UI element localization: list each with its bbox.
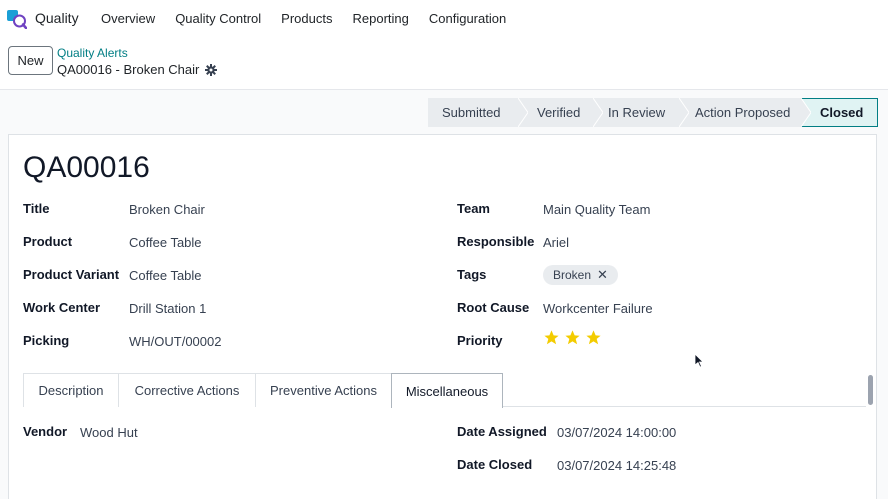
date-assigned-label: Date Assigned [457, 424, 547, 439]
work-center-field[interactable]: Drill Station 1 [129, 301, 206, 316]
date-closed-field[interactable]: 03/07/2024 14:25:48 [557, 458, 676, 473]
tab-label: Preventive Actions [270, 383, 377, 398]
date-closed-label: Date Closed [457, 457, 533, 472]
product-field[interactable]: Coffee Table [129, 235, 202, 250]
tab-label: Miscellaneous [405, 383, 489, 399]
menu-item-overview[interactable]: Overview [101, 11, 155, 26]
priority-widget [543, 329, 602, 346]
quality-app-icon[interactable] [7, 9, 27, 29]
stage-label: Verified [537, 105, 581, 120]
picking-label: Picking [23, 333, 70, 348]
mouse-cursor-icon [695, 354, 704, 368]
menu-item-reporting[interactable]: Reporting [352, 11, 408, 26]
tab-miscellaneous[interactable]: Miscellaneous [391, 373, 503, 408]
stage-verified[interactable]: Verified [518, 98, 603, 127]
form-sheet [8, 134, 877, 499]
tab-label: Description [38, 383, 104, 398]
product-label: Product [23, 234, 73, 249]
priority-label: Priority [457, 333, 503, 348]
work-center-label: Work Center [23, 300, 101, 315]
stage-statusbar: Submitted Verified In Review Action Prop… [428, 98, 878, 127]
tab-preventive-actions[interactable]: Preventive Actions [255, 373, 392, 407]
stage-label: Action Proposed [695, 105, 791, 120]
app-name[interactable]: Quality [35, 10, 79, 26]
tags-label: Tags [457, 267, 487, 282]
menu-item-products[interactable]: Products [281, 11, 332, 26]
breadcrumb-current-label: QA00016 - Broken Chair [57, 62, 200, 77]
responsible-label: Responsible [457, 234, 535, 249]
gear-icon[interactable] [205, 63, 218, 76]
stage-closed[interactable]: Closed [801, 98, 878, 127]
notebook-tabs: Description Corrective Actions Preventiv… [23, 373, 866, 408]
star-icon[interactable] [564, 329, 581, 346]
top-navbar: Quality Overview Quality Control Product… [0, 0, 888, 38]
stage-label: Submitted [442, 105, 501, 120]
breadcrumb-parent[interactable]: Quality Alerts [57, 46, 128, 60]
menu-item-configuration[interactable]: Configuration [429, 11, 506, 26]
stage-arrow-icon [801, 98, 811, 127]
stage-arrow-icon [679, 98, 689, 127]
root-cause-label: Root Cause [457, 300, 530, 315]
stage-arrow-icon [593, 98, 603, 127]
title-label: Title [23, 201, 50, 216]
star-icon[interactable] [543, 329, 560, 346]
stage-submitted[interactable]: Submitted [428, 98, 528, 127]
title-field[interactable]: Broken Chair [129, 202, 205, 217]
main-menu: Overview Quality Control Products Report… [101, 11, 526, 26]
menu-item-quality-control[interactable]: Quality Control [175, 11, 261, 26]
stage-label: Closed [820, 105, 864, 120]
picking-field[interactable]: WH/OUT/00002 [129, 334, 221, 349]
product-variant-label: Product Variant [23, 267, 120, 282]
team-field[interactable]: Main Quality Team [543, 202, 650, 217]
team-label: Team [457, 201, 490, 216]
stage-label: In Review [608, 105, 666, 120]
product-variant-field[interactable]: Coffee Table [129, 268, 202, 283]
date-assigned-field[interactable]: 03/07/2024 14:00:00 [557, 425, 676, 440]
record-title: QA00016 [23, 151, 150, 184]
breadcrumb-current: QA00016 - Broken Chair [57, 62, 218, 77]
tab-corrective-actions[interactable]: Corrective Actions [118, 373, 256, 407]
remove-tag-icon[interactable]: ✕ [597, 267, 608, 283]
star-icon[interactable] [585, 329, 602, 346]
control-panel: New Quality Alerts QA00016 - Broken Chai… [0, 38, 888, 90]
new-button[interactable]: New [8, 46, 53, 75]
tab-description[interactable]: Description [23, 373, 119, 407]
vendor-label: Vendor [23, 424, 68, 439]
tag-label: Broken [553, 268, 592, 282]
vendor-field[interactable]: Wood Hut [80, 425, 138, 440]
stage-arrow-icon [518, 98, 528, 127]
root-cause-field[interactable]: Workcenter Failure [543, 301, 653, 316]
tab-label: Corrective Actions [134, 383, 240, 398]
tag-badge: Broken ✕ [543, 265, 618, 285]
stage-in-review[interactable]: In Review [593, 98, 689, 127]
stage-action-proposed[interactable]: Action Proposed [679, 98, 811, 127]
responsible-field[interactable]: Ariel [543, 235, 569, 250]
scrollbar-thumb[interactable] [868, 375, 873, 405]
